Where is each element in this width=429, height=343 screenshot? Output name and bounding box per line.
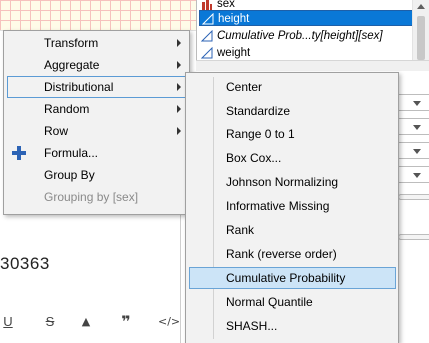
- menu-item-label: Transform: [44, 36, 99, 50]
- strikethrough-icon[interactable]: S: [42, 314, 58, 330]
- continuous-triangle-icon: [201, 47, 213, 59]
- submenu-item-box-cox[interactable]: Box Cox...: [189, 147, 396, 169]
- menu-item-label: Standardize: [226, 104, 291, 118]
- context-menu: Transform Aggregate Distributional Rando…: [3, 30, 190, 215]
- columns-list-panel: sex height Cumulative Prob...ty[height][…: [196, 0, 429, 68]
- dropdown-2[interactable]: [398, 118, 429, 135]
- menu-item-label: Grouping by [sex]: [44, 190, 139, 204]
- menu-item-row[interactable]: Row: [7, 120, 186, 142]
- submenu-item-standardize[interactable]: Standardize: [189, 100, 396, 122]
- data-grid-background: [0, 0, 196, 31]
- menu-item-label: Random: [44, 102, 90, 116]
- chevron-down-icon: [413, 173, 421, 178]
- submenu-item-center[interactable]: Center: [189, 76, 396, 98]
- distributional-submenu: Center Standardize Range 0 to 1 Box Cox.…: [185, 72, 399, 343]
- chevron-right-icon: [177, 39, 181, 47]
- column-item-weight[interactable]: weight: [199, 45, 413, 61]
- menu-item-label: SHASH...: [226, 319, 278, 333]
- menu-item-group-by[interactable]: Group By: [7, 164, 186, 186]
- chevron-right-icon: [177, 61, 181, 69]
- code-icon[interactable]: </>: [158, 314, 180, 330]
- partial-number-text: 30363: [0, 254, 50, 273]
- menu-item-label: Johnson Normalizing: [226, 175, 339, 189]
- submenu-item-rank-reverse[interactable]: Rank (reverse order): [189, 243, 396, 265]
- menu-item-label: Row: [44, 124, 69, 138]
- columns-scrollbar[interactable]: [412, 0, 429, 68]
- menu-item-aggregate[interactable]: Aggregate: [7, 54, 186, 76]
- quote-icon[interactable]: ❞: [118, 314, 134, 330]
- slider-track-1[interactable]: [398, 194, 429, 200]
- dropdown-1[interactable]: [398, 94, 429, 111]
- warning-icon[interactable]: ▲: [78, 314, 94, 330]
- menu-item-label: Normal Quantile: [226, 295, 313, 309]
- submenu-item-normal-quantile[interactable]: Normal Quantile: [189, 291, 396, 313]
- slider-track-2[interactable]: [398, 234, 429, 240]
- menu-item-label: Box Cox...: [226, 151, 282, 165]
- scrollbar-thumb[interactable]: [417, 16, 425, 60]
- submenu-item-rank[interactable]: Rank: [189, 219, 396, 241]
- dropdown-3[interactable]: [398, 142, 429, 159]
- plus-icon: [12, 146, 26, 160]
- chevron-right-icon: [177, 83, 181, 91]
- continuous-triangle-icon: [201, 30, 213, 42]
- menu-item-label: Cumulative Probability: [226, 271, 346, 285]
- continuous-triangle-icon: [202, 13, 214, 25]
- menu-item-formula[interactable]: Formula...: [7, 142, 186, 164]
- column-item-height[interactable]: height: [199, 10, 413, 26]
- nominal-bars-icon: [202, 0, 212, 10]
- chevron-down-icon: [413, 101, 421, 106]
- submenu-item-shash[interactable]: SHASH...: [189, 315, 396, 337]
- menu-item-random[interactable]: Random: [7, 98, 186, 120]
- column-label: weight: [217, 47, 251, 59]
- scroll-up-arrow-icon[interactable]: [417, 4, 425, 9]
- menu-item-transform[interactable]: Transform: [7, 32, 186, 54]
- submenu-item-informative-missing[interactable]: Informative Missing: [189, 195, 396, 217]
- editor-toolbar: U S ▲ ❞ </>: [0, 306, 190, 338]
- menu-item-label: Distributional: [44, 80, 114, 94]
- menu-item-label: Range 0 to 1: [226, 127, 295, 141]
- chevron-right-icon: [177, 127, 181, 135]
- menu-item-label: Rank (reverse order): [226, 247, 337, 261]
- underline-icon[interactable]: U: [0, 314, 16, 330]
- dropdown-4[interactable]: [398, 166, 429, 183]
- chevron-right-icon: [177, 105, 181, 113]
- submenu-item-johnson-normalizing[interactable]: Johnson Normalizing: [189, 171, 396, 193]
- column-label: Cumulative Prob...ty[height][sex]: [217, 30, 383, 42]
- menu-item-label: Center: [226, 80, 263, 94]
- menu-item-label: Formula...: [44, 146, 99, 160]
- columns-panel-footer: [196, 60, 429, 71]
- menu-item-distributional[interactable]: Distributional: [7, 76, 186, 98]
- submenu-item-range-0-to-1[interactable]: Range 0 to 1: [189, 123, 396, 145]
- column-label: height: [218, 13, 250, 25]
- menu-item-label: Group By: [44, 168, 95, 182]
- menu-item-label: Aggregate: [44, 58, 100, 72]
- menu-item-label: Informative Missing: [226, 199, 330, 213]
- menu-item-label: Rank: [226, 223, 255, 237]
- chevron-down-icon: [413, 149, 421, 154]
- column-item-cumulative-prob[interactable]: Cumulative Prob...ty[height][sex]: [199, 28, 413, 44]
- chevron-down-icon: [413, 125, 421, 130]
- menu-item-grouping-by: Grouping by [sex]: [7, 186, 186, 208]
- submenu-item-cumulative-probability[interactable]: Cumulative Probability: [189, 267, 396, 289]
